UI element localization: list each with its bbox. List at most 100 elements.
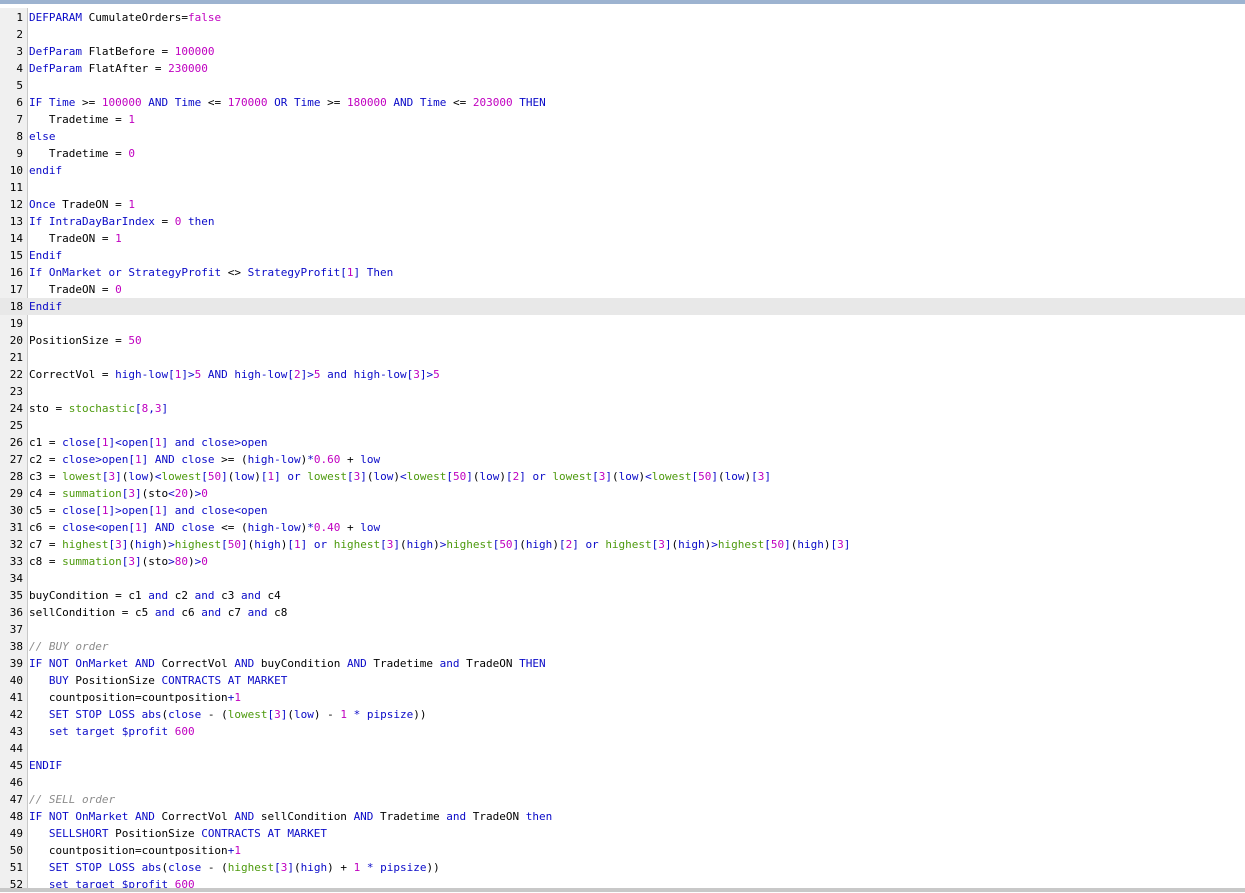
code-token: STOP xyxy=(75,708,102,721)
code-line[interactable]: 28 c3 = lowest[3](low)<lowest[50](low)[1]… xyxy=(0,468,1245,485)
code-token: AND xyxy=(154,521,175,534)
code-text: sellCondition = c5 and c6 and c7 and c8 xyxy=(29,604,287,621)
code-token: < xyxy=(154,470,162,483)
code-line[interactable]: 44 xyxy=(0,740,1245,757)
code-text: c5 = close[1]>open[1] and close<open xyxy=(29,502,268,519)
code-line[interactable]: 47 // SELL order xyxy=(0,791,1245,808)
code-line[interactable]: 25 xyxy=(0,417,1245,434)
code-line[interactable]: 23 xyxy=(0,383,1245,400)
code-token: and xyxy=(247,606,268,619)
code-token: lowest xyxy=(406,470,447,483)
code-token: low xyxy=(280,521,301,534)
code-line[interactable]: 26 c1 = close[1]<open[1] and close>open xyxy=(0,434,1245,451)
code-line[interactable]: 3 DefParam FlatBefore = 100000 xyxy=(0,43,1245,60)
code-line[interactable]: 11 xyxy=(0,179,1245,196)
code-line[interactable]: 2 xyxy=(0,26,1245,43)
code-line[interactable]: 10 endif xyxy=(0,162,1245,179)
code-line[interactable]: 39 IF NOT OnMarket AND CorrectVol AND buy… xyxy=(0,655,1245,672)
code-line[interactable]: 5 xyxy=(0,77,1245,94)
code-token: ) xyxy=(433,538,440,551)
code-token: close xyxy=(168,708,202,721)
code-line[interactable]: 24 sto = stochastic[8,3] xyxy=(0,400,1245,417)
code-line[interactable]: 45 ENDIF xyxy=(0,757,1245,774)
code-line[interactable]: 12 Once TradeON = 1 xyxy=(0,196,1245,213)
code-line[interactable]: 48 IF NOT OnMarket AND CorrectVol AND sel… xyxy=(0,808,1245,825)
code-token: [ xyxy=(751,470,758,483)
code-token: lowest xyxy=(161,470,202,483)
code-line[interactable]: 27 c2 = close>open[1] AND close >= (high-… xyxy=(0,451,1245,468)
code-token: ( xyxy=(287,708,294,721)
code-line[interactable]: 51 SET STOP LOSS abs(close - (highest[3]… xyxy=(0,859,1245,876)
code-line[interactable]: 34 xyxy=(0,570,1245,587)
code-line[interactable]: 6 IF Time >= 100000 AND Time <= 170000 OR… xyxy=(0,94,1245,111)
code-token: 50 xyxy=(453,470,467,483)
code-token: low xyxy=(280,453,301,466)
code-token: FlatBefore = xyxy=(81,45,175,58)
horizontal-scrollbar[interactable] xyxy=(0,888,1245,892)
code-line[interactable]: 1 DEFPARAM CumulateOrders=false xyxy=(0,9,1245,26)
line-number: 45 xyxy=(9,759,23,772)
code-line[interactable]: 13 If IntraDayBarIndex = 0 then xyxy=(0,213,1245,230)
code-token: AT xyxy=(267,827,281,840)
code-line[interactable]: 8 else xyxy=(0,128,1245,145)
code-line[interactable]: 30 c5 = close[1]>open[1] and close<open xyxy=(0,502,1245,519)
code-line[interactable]: 46 xyxy=(0,774,1245,791)
code-line[interactable]: 22 CorrectVol = high-low[1]>5 AND high-lo… xyxy=(0,366,1245,383)
code-token: ] xyxy=(664,538,672,551)
code-token: and xyxy=(194,589,215,602)
code-token: sellCondition = c5 xyxy=(29,606,155,619)
code-line[interactable]: 40 BUY PositionSize CONTRACTS AT MARKET xyxy=(0,672,1245,689)
code-token: + xyxy=(340,521,361,534)
code-line[interactable]: 19 xyxy=(0,315,1245,332)
code-line[interactable]: 33 c8 = summation[3](sto>80)>0 xyxy=(0,553,1245,570)
line-number: 18 xyxy=(9,300,23,313)
code-line[interactable]: 4 DefParam FlatAfter = 230000 xyxy=(0,60,1245,77)
code-line[interactable]: 21 xyxy=(0,349,1245,366)
code-line[interactable]: 36 sellCondition = c5 and c6 and c7 and c… xyxy=(0,604,1245,621)
code-line[interactable]: 42 SET STOP LOSS abs(close - (lowest[3](… xyxy=(0,706,1245,723)
code-token: )) xyxy=(426,861,440,874)
code-line[interactable]: 41 countposition=countposition+1 xyxy=(0,689,1245,706)
code-line[interactable]: 29 c4 = summation[3](sto<20)>0 xyxy=(0,485,1245,502)
code-editor[interactable]: 1 DEFPARAM CumulateOrders=false 2 3 DefParam… xyxy=(0,0,1245,892)
code-line[interactable]: 35 buyCondition = c1 and c2 and c3 and c4 xyxy=(0,587,1245,604)
code-token: [ xyxy=(148,504,155,517)
code-token: TradeON xyxy=(459,657,520,670)
code-text: SELLSHORT PositionSize CONTRACTS AT MARK… xyxy=(29,825,327,842)
code-token: countposition=countposition xyxy=(29,844,228,857)
line-number: 11 xyxy=(9,181,23,194)
code-token: 1 xyxy=(101,436,109,449)
code-line[interactable]: 7 Tradetime = 1 xyxy=(0,111,1245,128)
code-line[interactable]: 50 countposition=countposition+1 xyxy=(0,842,1245,859)
code-line[interactable]: 18 Endif xyxy=(0,298,1245,315)
code-line[interactable]: 32 c7 = highest[3](high)>highest[50](high… xyxy=(0,536,1245,553)
code-token: or xyxy=(532,470,546,483)
code-line[interactable]: 43 set target $profit 600 xyxy=(0,723,1245,740)
code-line[interactable]: 9 Tradetime = 0 xyxy=(0,145,1245,162)
code-text: else xyxy=(29,128,56,145)
code-line[interactable]: 16 If OnMarket or StrategyProfit <> Strat… xyxy=(0,264,1245,281)
code-area[interactable]: 1 DEFPARAM CumulateOrders=false 2 3 DefParam… xyxy=(0,9,1245,893)
code-line[interactable]: 17 TradeON = 0 xyxy=(0,281,1245,298)
code-text: BUY PositionSize CONTRACTS AT MARKET xyxy=(29,672,287,689)
code-token: ]> xyxy=(419,368,434,381)
code-text: ENDIF xyxy=(29,757,62,774)
code-token: OnMarket xyxy=(75,657,129,670)
code-line[interactable]: 20 PositionSize = 50 xyxy=(0,332,1245,349)
line-number: 24 xyxy=(9,402,23,415)
code-line[interactable]: 37 xyxy=(0,621,1245,638)
code-line[interactable]: 15 Endif xyxy=(0,247,1245,264)
code-token: close xyxy=(181,521,215,534)
code-line[interactable]: 38 // BUY order xyxy=(0,638,1245,655)
code-line[interactable]: 31 c6 = close<open[1] AND close <= (high-… xyxy=(0,519,1245,536)
code-token: Endif xyxy=(29,300,63,313)
code-text: PositionSize = 50 xyxy=(29,332,142,349)
code-token: CorrectVol xyxy=(154,657,235,670)
code-line[interactable]: 14 TradeON = 1 xyxy=(0,230,1245,247)
code-token: c1 = xyxy=(29,436,63,449)
code-line[interactable]: 49 SELLSHORT PositionSize CONTRACTS AT M… xyxy=(0,825,1245,842)
